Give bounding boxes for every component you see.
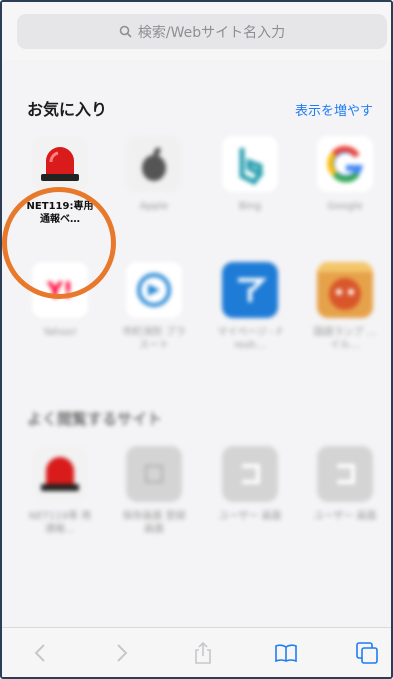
letter-u-icon	[222, 446, 278, 502]
favorite-tile-apple[interactable]: Apple	[120, 136, 188, 213]
search-input[interactable]: 検索/Webサイト名入力	[17, 14, 387, 49]
bookmarks-button[interactable]	[273, 640, 299, 666]
address-bar-area: 検索/Webサイト名入力	[2, 2, 391, 60]
favorite-label: 市町消防 ブラスート	[122, 327, 186, 351]
favorite-label: Yahoo!	[43, 327, 77, 338]
google-icon	[317, 136, 373, 192]
frequent-label: 保存画面 登録画面	[122, 511, 186, 535]
favorite-tile-google[interactable]: Google	[311, 136, 379, 213]
frequent-label: NET119専 用通報…	[28, 511, 92, 535]
forward-button[interactable]	[109, 640, 135, 666]
yahoo-icon: Y!	[32, 262, 88, 318]
frequent-label: ユーザー 画面	[313, 511, 377, 522]
siren-icon	[32, 136, 88, 192]
start-page: お気に入り 表示を増やす NET119:専用通報ベ… Apple Bing Go…	[2, 60, 391, 632]
apple-icon	[126, 136, 182, 192]
blue-logo-icon	[222, 262, 278, 318]
favorite-tile-net119[interactable]: NET119:専用通報ベ…	[26, 136, 94, 226]
chevron-left-icon	[34, 644, 45, 662]
share-icon	[195, 641, 211, 664]
placeholder-icon	[126, 446, 182, 502]
favorite-label: NET119:専用通報ベ…	[26, 201, 94, 225]
bing-icon	[222, 136, 278, 192]
search-icon	[119, 25, 132, 38]
share-button[interactable]	[190, 640, 216, 666]
bottom-toolbar	[2, 627, 391, 677]
tabs-icon	[356, 642, 378, 664]
favorite-label: マイページ - Fresh…	[217, 327, 283, 351]
favorite-label: Google	[327, 201, 363, 212]
siren-icon	[32, 446, 88, 502]
frequent-title: よく閲覧するサイト	[27, 410, 163, 428]
favorite-tile-yahoo[interactable]: Y! Yahoo!	[26, 262, 94, 339]
frequent-tile-net119[interactable]: NET119専 用通報…	[26, 446, 94, 536]
book-icon	[275, 644, 297, 663]
favorite-label: Bing	[238, 201, 262, 212]
circle-logo-icon	[126, 262, 182, 318]
frequent-tile-save[interactable]: 保存画面 登録画面	[120, 446, 188, 536]
favorite-label: 国語ランプ …イル…	[313, 327, 377, 351]
favorite-label: Apple	[139, 201, 169, 212]
show-more-link[interactable]: 表示を増やす	[295, 100, 373, 119]
chevron-right-icon	[117, 644, 128, 662]
search-placeholder: 検索/Webサイト名入力	[137, 24, 286, 41]
favorite-tile-fire-dept[interactable]: 市町消防 ブラスート	[120, 262, 188, 352]
favorite-tile-anime[interactable]: 国語ランプ …イル…	[311, 262, 379, 352]
frequent-tile-user-2[interactable]: ユーザー 画面	[311, 446, 379, 523]
tabs-button[interactable]	[354, 640, 380, 666]
svg-text:Y!: Y!	[46, 279, 73, 304]
anime-thumb-icon	[317, 262, 373, 318]
back-button[interactable]	[27, 640, 53, 666]
favorite-tile-bing[interactable]: Bing	[216, 136, 284, 213]
letter-u-icon	[317, 446, 373, 502]
browser-frame: 検索/Webサイト名入力 お気に入り 表示を増やす NET119:専用通報ベ…	[0, 0, 393, 679]
favorite-tile-mypage[interactable]: マイページ - Fresh…	[216, 262, 284, 352]
favorites-title: お気に入り	[27, 100, 108, 119]
frequent-label: ユーザー 画面	[218, 511, 282, 522]
frequent-tile-user-1[interactable]: ユーザー 画面	[216, 446, 284, 523]
